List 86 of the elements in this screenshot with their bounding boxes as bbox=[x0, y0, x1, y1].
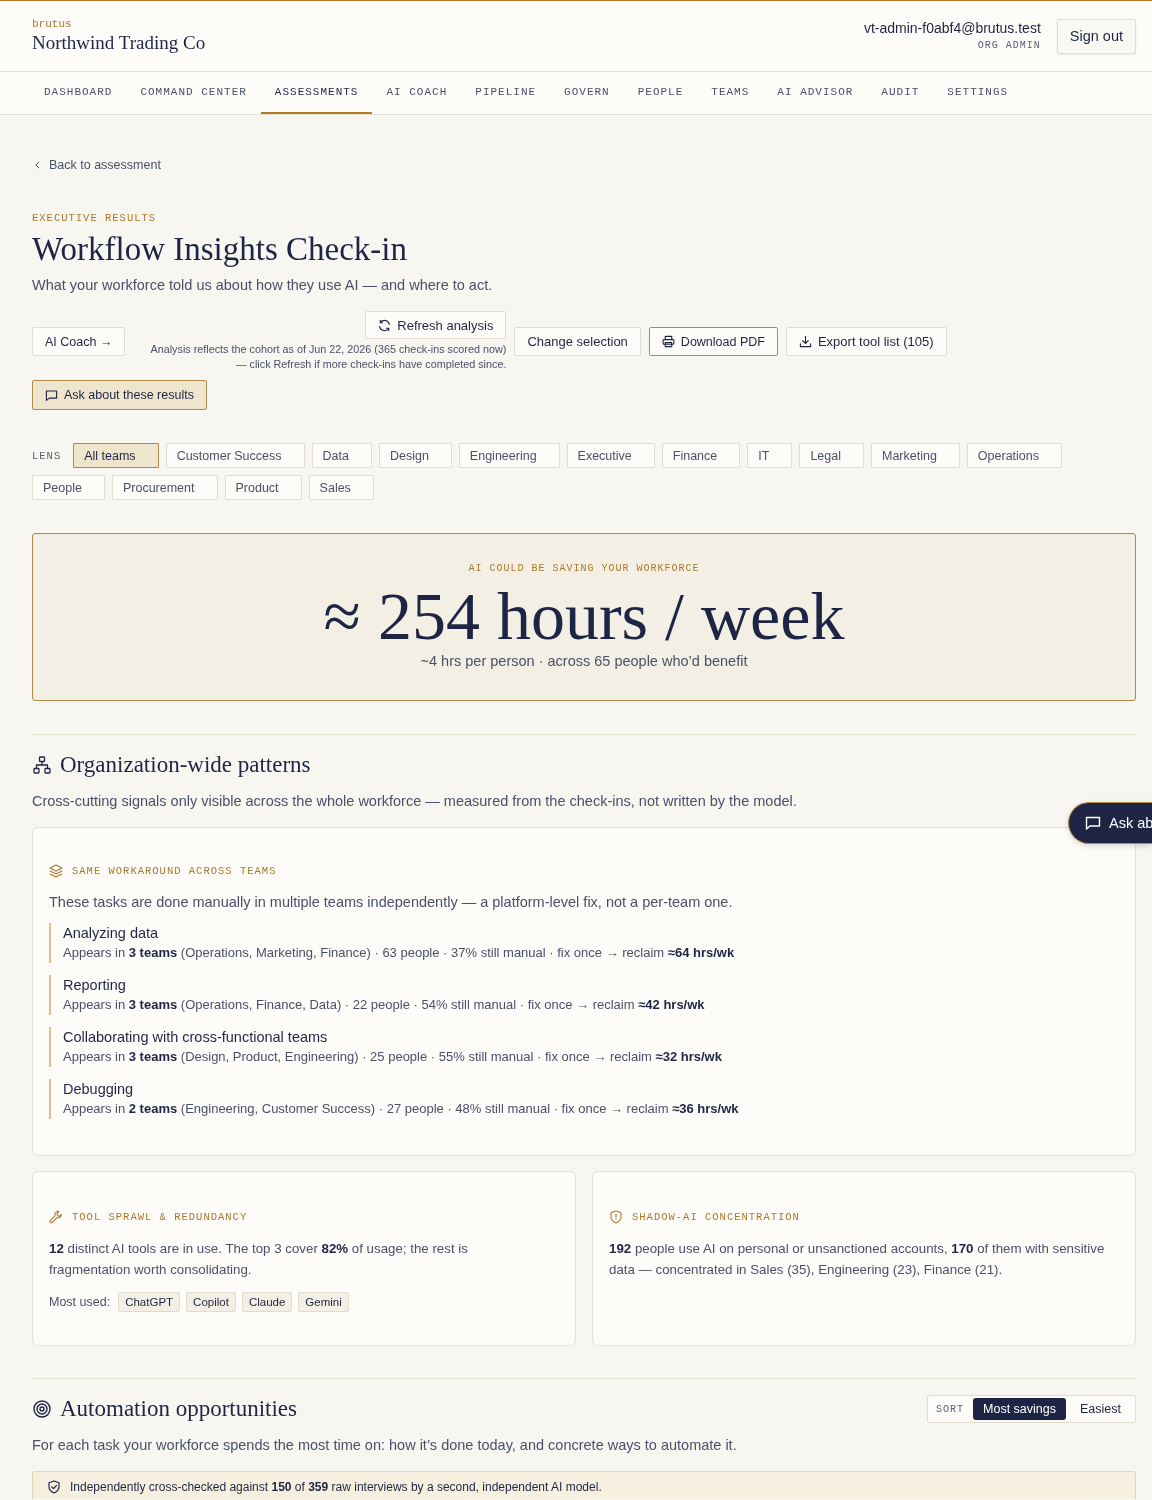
nav-tab[interactable]: GOVERN bbox=[550, 72, 624, 114]
analysis-note: Analysis reflects the cohort as of Jun 22, 2026 (365 check-ins scored now) — click Refresh if more check-ins have completed since. bbox=[149, 342, 507, 372]
chat-bubble-icon bbox=[45, 388, 58, 402]
tool-tag: Claude bbox=[241, 1292, 293, 1312]
nav-tab[interactable]: AI COACH bbox=[372, 72, 462, 114]
sort-option[interactable]: Most savings bbox=[973, 1398, 1066, 1420]
lens-chip[interactable]: Operations bbox=[966, 443, 1062, 468]
refresh-analysis-button[interactable]: Refresh analysis bbox=[365, 311, 507, 339]
ask-chat-button[interactable]: Ask ab bbox=[1068, 802, 1152, 844]
card-text: 192 people use AI on personal or unsanctioned accounts, 170 of them with sensitive data — concentrated in Sales (35), Engineering (23), Finance (21). bbox=[609, 1240, 1106, 1279]
nav-tab[interactable]: AI ADVISOR bbox=[763, 72, 868, 114]
savings-headline: ≈ 254 hours / week bbox=[322, 581, 846, 651]
lens-chip[interactable]: Marketing bbox=[870, 443, 960, 468]
card-label: SHADOW-AI CONCENTRATION bbox=[632, 1210, 800, 1224]
verification-text: Independently cross-checked against 150 of 359 raw interviews by a second, independent AI model. bbox=[70, 1479, 602, 1495]
brand-label: brutus bbox=[32, 17, 73, 31]
user-email: vt-admin-f0abf4@brutus.test bbox=[863, 19, 1041, 37]
task-detail: Appears in 3 teams (Operations, Finance, Data) · 22 people · 54% still manual · fix once → reclaim ≈42 hrs/wk bbox=[63, 996, 706, 1014]
task-detail: Appears in 3 teams (Design, Product, Engineering) · 25 people · 55% still manual · fix once → reclaim ≈32 hrs/wk bbox=[63, 1048, 723, 1066]
ai-coach-button[interactable]: AI Coach → bbox=[32, 327, 126, 356]
task-title: Debugging bbox=[63, 1080, 135, 1099]
lens-chip[interactable]: Design bbox=[378, 443, 452, 468]
nav-tab[interactable]: DASHBOARD bbox=[30, 72, 127, 114]
lens-chip[interactable]: Executive bbox=[566, 443, 655, 468]
task-title: Reporting bbox=[63, 976, 127, 995]
lens-chip[interactable]: Product bbox=[224, 475, 302, 500]
refresh-icon bbox=[378, 318, 392, 332]
nav-tab[interactable]: AUDIT bbox=[867, 72, 934, 114]
lens-chip[interactable]: People bbox=[32, 475, 105, 500]
lens-chip[interactable]: Sales bbox=[308, 475, 374, 500]
card-label: SAME WORKAROUND ACROSS TEAMS bbox=[72, 864, 277, 878]
page-eyebrow: EXECUTIVE RESULTS bbox=[32, 211, 158, 225]
download-icon bbox=[798, 335, 812, 348]
task-detail: Appears in 2 teams (Engineering, Customer Success) · 27 people · 48% still manual · fix once → reclaim ≈36 hrs/wk bbox=[63, 1100, 740, 1118]
target-icon bbox=[33, 1400, 51, 1418]
download-pdf-button[interactable]: Download PDF bbox=[648, 327, 778, 356]
task-title: Analyzing data bbox=[63, 924, 160, 943]
chevron-left-icon bbox=[35, 161, 40, 169]
org-name: Northwind Trading Co bbox=[32, 31, 206, 55]
export-tool-list-button[interactable]: Export tool list (105) bbox=[785, 327, 947, 356]
task-title: Collaborating with cross-functional teams bbox=[63, 1028, 329, 1047]
card-description: These tasks are done manually in multiple teams independently — a platform-level fix, not a per-team one. bbox=[49, 893, 734, 912]
lens-chip[interactable]: Data bbox=[311, 443, 372, 468]
shield-alert-icon bbox=[609, 1210, 623, 1224]
savings-detail: ~4 hrs per person · across 65 people who’d benefit bbox=[419, 652, 749, 671]
page-subtitle: What your workforce told us about how they use AI — and where to act. bbox=[32, 276, 494, 295]
sign-out-button[interactable]: Sign out bbox=[1056, 18, 1136, 54]
banner-eyebrow: AI COULD BE SAVING YOUR WORKFORCE bbox=[467, 562, 701, 576]
lens-chip[interactable]: Legal bbox=[799, 443, 864, 468]
back-link[interactable]: Back to assessment bbox=[32, 155, 161, 175]
nav-tab[interactable]: PIPELINE bbox=[461, 72, 551, 114]
lens-chip[interactable]: Engineering bbox=[458, 443, 560, 468]
lens-chip[interactable]: All teams bbox=[73, 443, 159, 468]
card-text: 12 distinct AI tools are in use. The top 3 cover 82% of usage; the rest is fragmentation worth consolidating. bbox=[49, 1240, 469, 1279]
sort-label: SORT bbox=[935, 1403, 966, 1415]
task-detail: Appears in 3 teams (Operations, Marketing, Finance) · 63 people · 37% still manual · fix once → reclaim ≈64 hrs/wk bbox=[63, 944, 736, 962]
ask-results-button[interactable]: Ask about these results bbox=[32, 380, 207, 410]
user-role: ORG ADMIN bbox=[976, 39, 1041, 53]
hierarchy-icon bbox=[33, 756, 51, 774]
lens-chip[interactable]: Customer Success bbox=[165, 443, 305, 468]
section-title: Automation opportunities bbox=[60, 1395, 297, 1423]
wrench-icon bbox=[49, 1210, 63, 1224]
page-title: Workflow Insights Check-in bbox=[32, 230, 408, 269]
lens-chip[interactable]: Procurement bbox=[111, 475, 218, 500]
shield-check-icon bbox=[47, 1479, 61, 1494]
nav-tab[interactable]: COMMAND CENTER bbox=[126, 72, 261, 114]
most-used-label: Most used: bbox=[49, 1295, 111, 1309]
tool-tag: ChatGPT bbox=[118, 1292, 181, 1312]
nav-tab[interactable]: SETTINGS bbox=[933, 72, 1023, 114]
change-selection-button[interactable]: Change selection bbox=[514, 327, 641, 356]
chat-bubble-icon bbox=[1085, 815, 1101, 831]
printer-icon bbox=[661, 335, 675, 348]
section-description: Cross-cutting signals only visible across the whole workforce — measured from the check-ins, not written by the model. bbox=[32, 792, 798, 811]
tool-tag: Copilot bbox=[186, 1292, 236, 1312]
layers-icon bbox=[49, 864, 63, 878]
lens-chip[interactable]: Finance bbox=[661, 443, 741, 468]
lens-label: LENS bbox=[32, 449, 62, 462]
card-label: TOOL SPRAWL & REDUNDANCY bbox=[72, 1210, 248, 1224]
section-description: For each task your workforce spends the most time on: how it’s done today, and concrete ways to automate it. bbox=[32, 1436, 738, 1455]
nav-tab[interactable]: PEOPLE bbox=[623, 72, 698, 114]
section-title: Organization-wide patterns bbox=[60, 751, 311, 779]
tool-tag: Gemini bbox=[298, 1292, 349, 1312]
nav-tab[interactable]: TEAMS bbox=[697, 72, 764, 114]
lens-chip[interactable]: IT bbox=[747, 443, 793, 468]
sort-option[interactable]: Easiest bbox=[1066, 1398, 1133, 1420]
nav-tab[interactable]: ASSESSMENTS bbox=[260, 72, 373, 114]
